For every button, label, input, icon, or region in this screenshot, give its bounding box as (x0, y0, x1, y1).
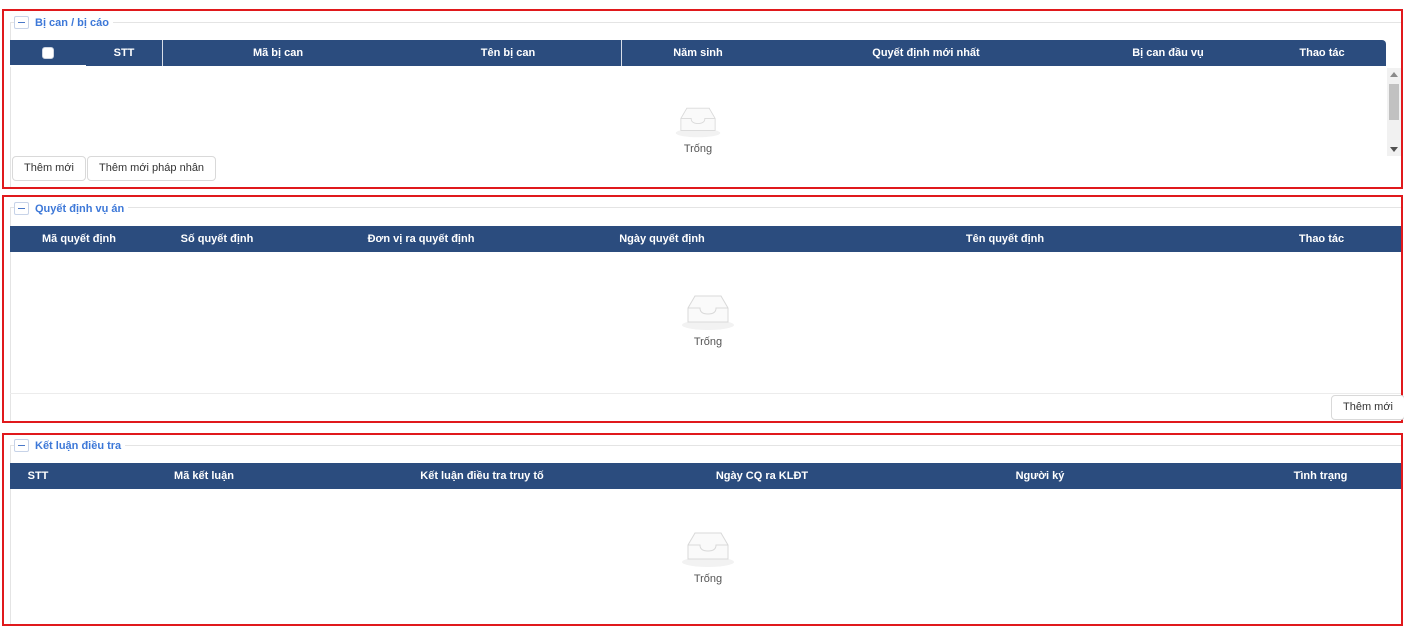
empty-inbox-icon (675, 107, 721, 138)
select-all-checkbox[interactable] (42, 47, 54, 59)
select-all-cell (10, 40, 86, 66)
column-header-signer[interactable]: Người ký (902, 463, 1178, 489)
scroll-down-icon[interactable] (1390, 147, 1398, 152)
column-header-conclusion-date[interactable]: Ngày CQ ra KLĐT (622, 463, 902, 489)
empty-text: Trống (693, 573, 723, 585)
divider (10, 393, 1401, 394)
column-header-decision-name[interactable]: Tên quyết định (768, 226, 1242, 252)
column-header-status[interactable]: Tình trạng (1178, 463, 1404, 489)
section-title: Bị can / bị cáo (35, 16, 109, 29)
column-header-stt[interactable]: STT (86, 40, 162, 66)
case-decisions-legend[interactable]: Quyết định vụ án (14, 202, 129, 215)
empty-state: Trống (668, 290, 748, 348)
section-title: Quyết định vụ án (35, 202, 125, 215)
defendants-table-header: STT Mã bị can Tên bị can Năm sinh Quyết … (10, 40, 1386, 67)
vertical-scrollbar[interactable] (1387, 68, 1401, 156)
empty-text: Trống (683, 143, 713, 155)
column-header-lead-defendant[interactable]: Bị can đầu vụ (1078, 40, 1258, 66)
empty-state: Trống (658, 103, 738, 155)
empty-state: Trống (668, 527, 748, 585)
minus-icon[interactable] (14, 439, 29, 452)
column-header-decision-number[interactable]: Số quyết định (148, 226, 286, 252)
defendants-legend[interactable]: Bị can / bị cáo (14, 16, 113, 29)
case-decisions-table-header: Mã quyết định Số quyết định Đơn vị ra qu… (10, 226, 1401, 252)
minus-icon[interactable] (14, 202, 29, 215)
empty-text: Trống (693, 336, 723, 348)
section-title: Kết luận điều tra (35, 439, 122, 452)
minus-icon[interactable] (14, 16, 29, 29)
column-header-defendant-name[interactable]: Tên bị can (393, 40, 623, 66)
add-legal-entity-button[interactable]: Thêm mới pháp nhân (87, 156, 217, 181)
column-header-issuing-unit[interactable]: Đơn vị ra quyết định (286, 226, 556, 252)
investigation-conclusion-table-header: STT Mã kết luận Kết luận điều tra truy t… (10, 463, 1401, 489)
empty-inbox-icon (682, 295, 734, 330)
column-header-conclusion-code[interactable]: Mã kết luận (66, 463, 342, 489)
column-header-actions[interactable]: Thao tác (1242, 226, 1401, 252)
add-decision-button[interactable]: Thêm mới (1331, 395, 1404, 420)
column-header-defendant-code[interactable]: Mã bị can (163, 40, 393, 66)
add-defendant-button[interactable]: Thêm mới (12, 156, 86, 181)
defendants-section: Bị can / bị cáo STT Mã bị can Tên bị can… (2, 9, 1403, 189)
column-header-decision-code[interactable]: Mã quyết định (10, 226, 148, 252)
column-header-latest-decision[interactable]: Quyết định mới nhất (774, 40, 1078, 66)
column-header-actions[interactable]: Thao tác (1258, 40, 1386, 66)
column-header-stt[interactable]: STT (10, 463, 66, 489)
column-header-decision-date[interactable]: Ngày quyết định (556, 226, 768, 252)
investigation-conclusion-section: Kết luận điều tra STT Mã kết luận Kết lu… (2, 433, 1403, 626)
column-header-prosecution-conclusion[interactable]: Kết luận điều tra truy tố (342, 463, 622, 489)
case-decisions-section: Quyết định vụ án Mã quyết định Số quyết … (2, 195, 1404, 423)
scroll-up-icon[interactable] (1390, 72, 1398, 77)
column-header-birth-year[interactable]: Năm sinh (622, 40, 774, 66)
empty-inbox-icon (682, 532, 734, 567)
investigation-conclusion-legend[interactable]: Kết luận điều tra (14, 439, 126, 452)
scroll-thumb[interactable] (1389, 84, 1399, 120)
divider (10, 65, 86, 67)
